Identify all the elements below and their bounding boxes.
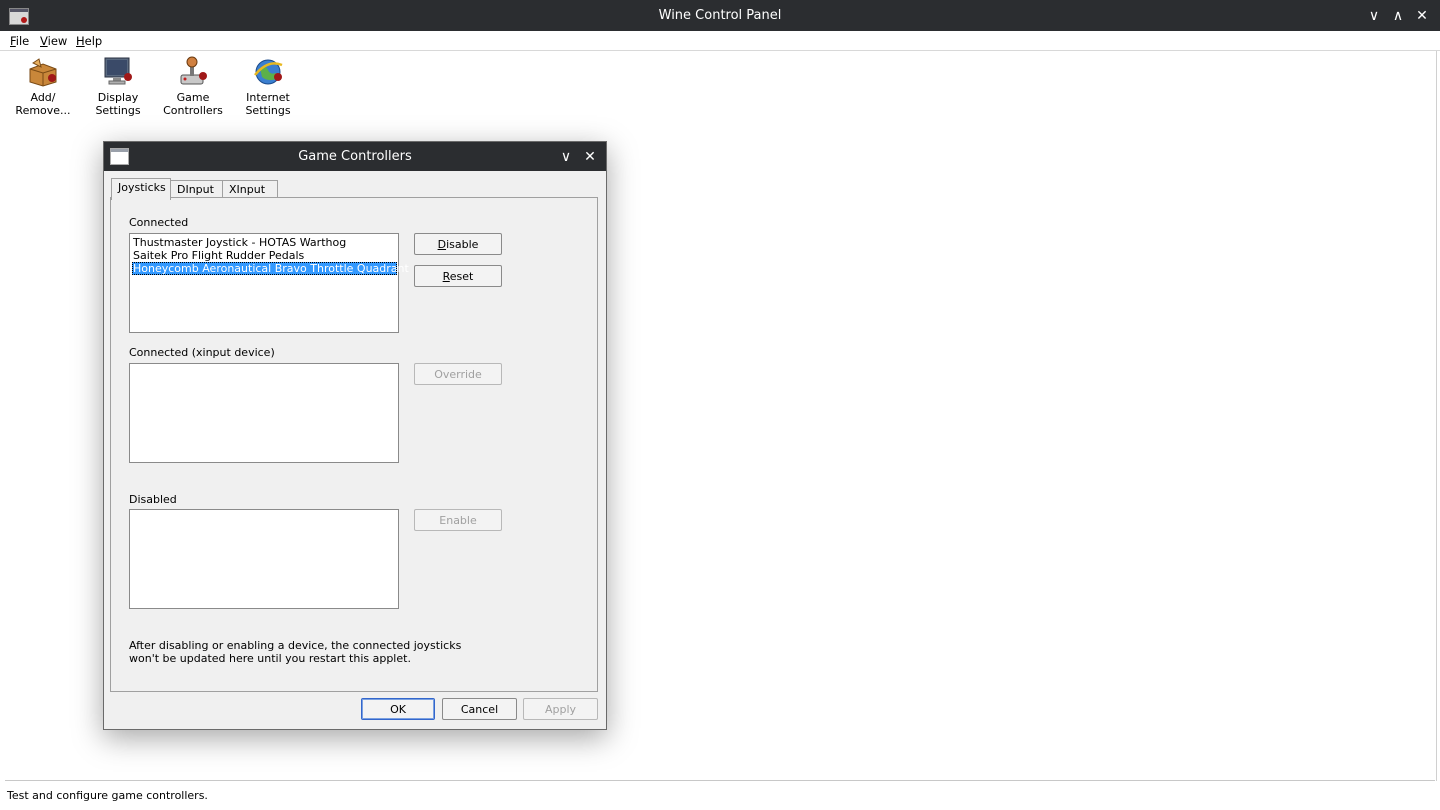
game-controllers-icon [177, 55, 209, 87]
window-border [1436, 51, 1437, 781]
enable-button[interactable]: Enable [414, 509, 502, 531]
override-button[interactable]: Override [414, 363, 502, 385]
disabled-label: Disabled [129, 493, 177, 506]
applet-add-remove[interactable]: Add/ Remove... [7, 55, 79, 117]
menu-view[interactable]: View [40, 34, 67, 48]
xinput-device-list[interactable] [129, 363, 399, 463]
menubar: File View Help [0, 31, 1440, 51]
applet-label: Add/ Remove... [15, 91, 71, 117]
close-button[interactable]: ✕ [1411, 5, 1433, 27]
disable-button-label: Disable [437, 237, 479, 251]
disabled-list[interactable] [129, 509, 399, 609]
game-controllers-dialog: Game Controllers ∨ ✕ Joysticks DInput XI… [103, 141, 607, 730]
display-settings-icon [102, 55, 134, 87]
joysticks-panel: Connected Thustmaster Joystick - HOTAS W… [110, 197, 598, 692]
menu-file[interactable]: File [10, 34, 29, 48]
disable-button[interactable]: Disable [414, 233, 502, 255]
applet-label: Internet Settings [245, 91, 291, 117]
statusbar: Test and configure game controllers. [5, 780, 1435, 805]
ok-button[interactable]: OK [361, 698, 435, 720]
add-remove-programs-icon [27, 55, 59, 87]
list-item[interactable]: Saitek Pro Flight Rudder Pedals [132, 249, 397, 262]
main-titlebar[interactable]: Wine Control Panel ∨ ∧ ✕ [0, 0, 1440, 31]
internet-settings-icon [252, 55, 284, 87]
apply-button[interactable]: Apply [523, 698, 598, 720]
applet-internet-settings[interactable]: Internet Settings [232, 55, 304, 117]
status-text: Test and configure game controllers. [7, 789, 208, 802]
dialog-minimize-button[interactable]: ∨ [555, 146, 577, 168]
tab-joysticks[interactable]: Joysticks [111, 178, 171, 200]
reset-button-label: Reset [442, 269, 474, 283]
connected-list[interactable]: Thustmaster Joystick - HOTAS Warthog Sai… [129, 233, 409, 333]
connected-label: Connected [129, 216, 189, 229]
applet-label: Game Controllers [163, 91, 223, 117]
applet-game-controllers[interactable]: Game Controllers [157, 55, 229, 117]
maximize-button[interactable]: ∧ [1387, 5, 1409, 27]
menu-help[interactable]: Help [76, 34, 102, 48]
applet-display-settings[interactable]: Display Settings [82, 55, 154, 117]
restart-note: After disabling or enabling a device, th… [129, 639, 462, 665]
reset-button[interactable]: Reset [414, 265, 502, 287]
cancel-button[interactable]: Cancel [442, 698, 517, 720]
xinput-connected-label: Connected (xinput device) [129, 346, 275, 359]
applet-label: Display Settings [95, 91, 141, 117]
list-item[interactable]: Thustmaster Joystick - HOTAS Warthog [132, 236, 397, 249]
dialog-title: Game Controllers [298, 149, 412, 164]
list-item-selected[interactable]: Honeycomb Aeronautical Bravo Throttle Qu… [132, 262, 409, 275]
minimize-button[interactable]: ∨ [1363, 5, 1385, 27]
window-title: Wine Control Panel [658, 8, 782, 23]
dialog-titlebar[interactable]: Game Controllers ∨ ✕ [104, 142, 606, 171]
dialog-close-button[interactable]: ✕ [579, 146, 601, 168]
applet-list: Add/ Remove... Display Settings Game Con… [0, 51, 1440, 121]
